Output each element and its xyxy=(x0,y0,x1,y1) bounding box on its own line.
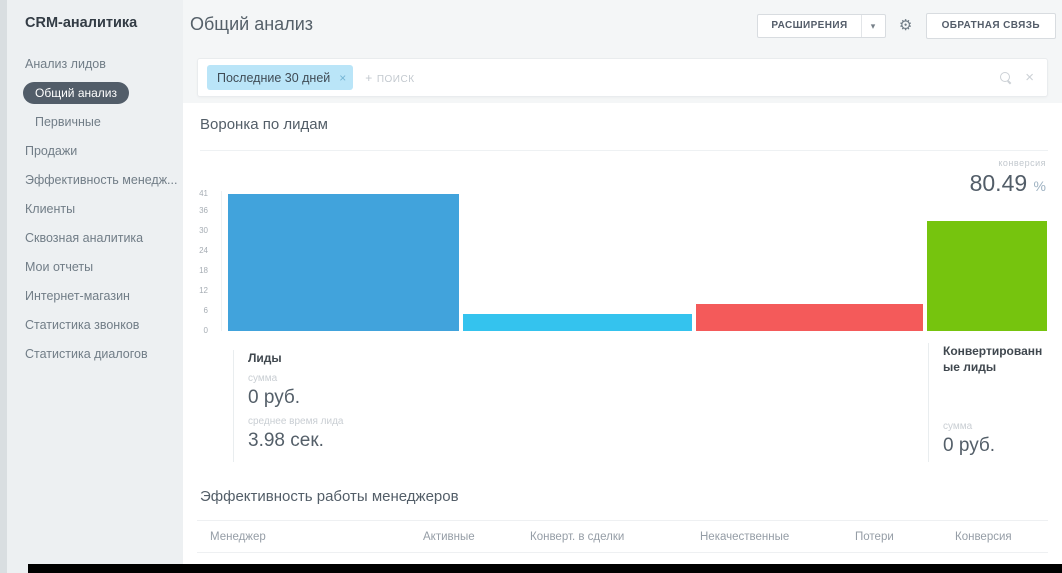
filter-clear-icon[interactable]: × xyxy=(1025,72,1034,84)
search-placeholder: поиск xyxy=(377,74,415,85)
filter-tag-label: Последние 30 дней xyxy=(217,71,330,85)
sidebar-item-эффективность-менедж-[interactable]: Эффективность менедж... xyxy=(7,165,183,194)
funnel-bar[interactable] xyxy=(463,314,692,331)
converted-stat-block: Конвертированные лиды сумма 0 руб. xyxy=(928,343,1050,462)
sidebar-item-общий-анализ[interactable]: Общий анализ xyxy=(7,78,183,107)
leads-time-value: 3.98 сек. xyxy=(248,430,343,452)
sidebar-nav: Анализ лидовОбщий анализПервичныеПродажи… xyxy=(7,49,183,368)
column-header[interactable]: Потери xyxy=(855,531,955,543)
chevron-down-icon[interactable]: ▾ xyxy=(861,15,885,37)
topbar-buttons: РАСШИРЕНИЯ ▾ ⚙ ОБРАТНАЯ СВЯЗЬ xyxy=(757,13,1056,39)
extensions-button[interactable]: РАСШИРЕНИЯ xyxy=(758,15,860,37)
funnel-bar[interactable] xyxy=(228,194,459,331)
sidebar-item-клиенты[interactable]: Клиенты xyxy=(7,194,183,223)
extensions-button-group: РАСШИРЕНИЯ ▾ xyxy=(757,14,885,38)
sidebar-item-сквозная-аналитика[interactable]: Сквозная аналитика xyxy=(7,223,183,252)
leads-label: Лиды xyxy=(248,350,343,366)
sidebar-item-продажи[interactable]: Продажи xyxy=(7,136,183,165)
filter-search-bar[interactable]: Последние 30 дней × + поиск × xyxy=(197,58,1048,97)
gear-icon[interactable]: ⚙ xyxy=(893,14,919,38)
main-area: Общий анализ РАСШИРЕНИЯ ▾ ⚙ ОБРАТНАЯ СВЯ… xyxy=(183,0,1062,573)
sidebar-item-первичные[interactable]: Первичные xyxy=(7,107,183,136)
column-header[interactable]: Активные xyxy=(423,531,530,543)
table-section-title: Эффективность работы менеджеров xyxy=(200,488,459,505)
leads-stat-block: Лиды сумма 0 руб. среднее время лида 3.9… xyxy=(233,350,343,462)
funnel-bar[interactable] xyxy=(927,221,1047,331)
plus-icon: + xyxy=(365,71,373,85)
column-header[interactable]: Конверт. в сделки xyxy=(530,531,700,543)
column-header[interactable]: Некачественные xyxy=(700,531,855,543)
table-header-row: МенеджерАктивныеКонверт. в сделкиНекачес… xyxy=(197,520,1048,553)
sidebar: CRM-аналитика Анализ лидовОбщий анализПе… xyxy=(7,0,183,573)
sidebar-item-статистика-диалогов[interactable]: Статистика диалогов xyxy=(7,339,183,368)
app-window: CRM-аналитика Анализ лидовОбщий анализПе… xyxy=(0,0,1062,573)
leads-sum-value: 0 руб. xyxy=(248,387,343,409)
funnel-bar[interactable] xyxy=(696,304,923,331)
converted-label: Конвертированные лиды xyxy=(943,343,1050,375)
window-edge-strip xyxy=(0,0,7,573)
sidebar-title: CRM-аналитика xyxy=(7,0,183,31)
content-card: Воронка по лидам конверсия 80.49 % 41363… xyxy=(183,103,1062,564)
bottom-black-bar xyxy=(28,564,1062,573)
column-header[interactable]: Менеджер xyxy=(210,531,423,543)
leads-sum-label: сумма xyxy=(248,373,343,384)
sidebar-item-статистика-звонков[interactable]: Статистика звонков xyxy=(7,310,183,339)
filter-tag-close-icon[interactable]: × xyxy=(339,71,346,85)
filter-icons: × xyxy=(1000,72,1034,84)
sidebar-item-мои-отчеты[interactable]: Мои отчеты xyxy=(7,252,183,281)
filter-tag-last-30-days[interactable]: Последние 30 дней × xyxy=(207,65,353,90)
leads-time-label: среднее время лида xyxy=(248,416,343,427)
search-input[interactable]: + поиск xyxy=(365,71,1000,85)
search-icon[interactable] xyxy=(1000,72,1012,84)
page-title: Общий анализ xyxy=(190,14,313,35)
converted-sum-label: сумма xyxy=(943,421,1050,432)
sidebar-item-анализ-лидов[interactable]: Анализ лидов xyxy=(7,49,183,78)
column-header[interactable]: Конверсия xyxy=(955,531,1048,543)
sidebar-item-интернет-магазин[interactable]: Интернет-магазин xyxy=(7,281,183,310)
funnel-bars xyxy=(183,103,1062,343)
feedback-button[interactable]: ОБРАТНАЯ СВЯЗЬ xyxy=(926,13,1056,39)
converted-sum-value: 0 руб. xyxy=(943,435,1050,457)
